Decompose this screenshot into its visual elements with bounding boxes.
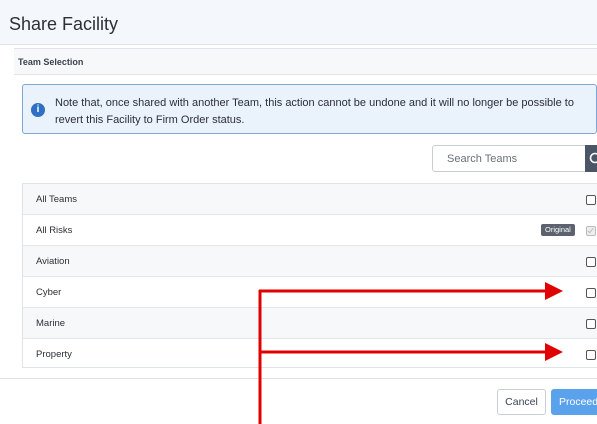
team-label: All Teams [36,194,78,205]
team-label: Cyber [36,287,62,298]
modal-title: Share Facility [9,14,119,34]
team-checkbox-disabled [586,226,596,236]
team-label: Aviation [36,256,70,267]
team-row-aviation[interactable]: Aviation [23,246,597,277]
info-alert: i Note that, once shared with another Te… [22,84,597,134]
team-label: Property [36,349,72,360]
team-checkbox[interactable] [586,319,596,329]
team-row-property[interactable]: Property [23,339,597,370]
info-text: Note that, once shared with another Team… [55,97,574,126]
section-label: Team Selection [18,57,84,67]
team-checkbox[interactable] [586,257,596,267]
footer-divider [0,378,597,379]
team-checkbox[interactable] [586,288,596,298]
team-list: All Teams All Risks Original Aviation Cy… [22,183,597,368]
team-row-all-teams[interactable]: All Teams [23,184,597,215]
search-teams-input[interactable] [432,145,586,172]
team-checkbox[interactable] [586,195,596,205]
original-badge: Original [541,224,575,236]
team-label: Marine [36,318,66,329]
team-row-marine[interactable]: Marine [23,308,597,339]
info-icon: i [31,103,45,117]
search-button[interactable] [585,145,597,172]
search-icon [589,152,597,164]
modal-header: Share Facility [0,0,597,45]
proceed-button[interactable]: Proceed [551,389,597,415]
team-row-all-risks: All Risks Original [23,215,597,246]
team-label: All Risks [36,225,73,236]
share-facility-modal: Share Facility Team Selection i Note tha… [0,0,597,424]
cancel-button[interactable]: Cancel [497,389,546,415]
section-header: Team Selection [14,48,597,75]
team-checkbox[interactable] [586,350,596,360]
team-row-cyber[interactable]: Cyber [23,277,597,308]
